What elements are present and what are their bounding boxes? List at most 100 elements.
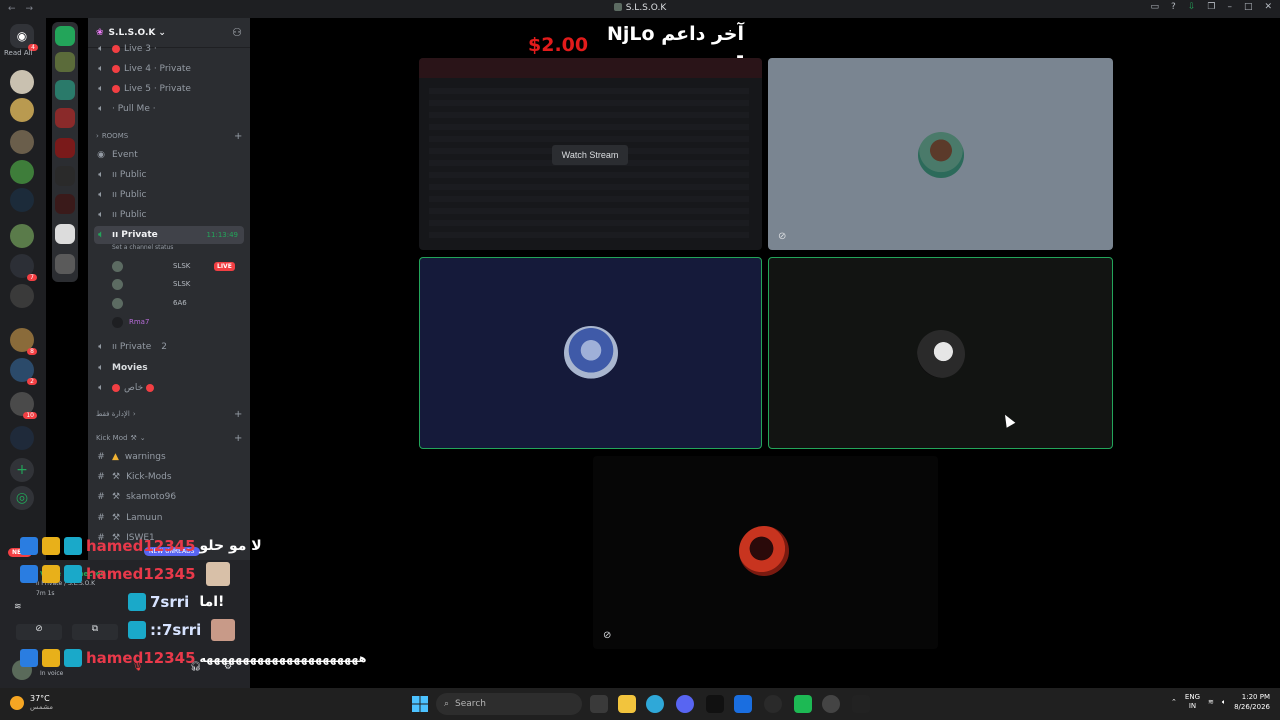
- chat-overlay-message: hamed12345 ههههههههههههههههههههههه: [20, 646, 366, 670]
- explore-servers-button[interactable]: ◎: [10, 486, 34, 510]
- camera-off-icon: ⊘: [603, 630, 612, 641]
- taskbar-clock[interactable]: 1:20 PM 8/26/2026: [1234, 692, 1270, 712]
- voice-channel-public-2[interactable]: 🔈︎ ıı Public: [94, 186, 146, 204]
- app-icon-green[interactable]: [794, 695, 812, 713]
- warning-icon: ▲: [112, 452, 119, 462]
- add-channel-icon[interactable]: +: [234, 433, 242, 444]
- chat-username: ::7srri: [150, 621, 202, 639]
- category-kickmod[interactable]: Kick Mod ⚒ ⌄ +: [96, 433, 242, 444]
- screen-share-button[interactable]: ⧉: [72, 624, 118, 640]
- epic-games-icon[interactable]: [852, 695, 870, 713]
- discord-app-icon[interactable]: [676, 695, 694, 713]
- server-icon-4[interactable]: [10, 160, 34, 184]
- server-icon-8[interactable]: [10, 284, 34, 308]
- speaker-icon: 🔈︎: [98, 84, 104, 94]
- server-icon-5[interactable]: [10, 188, 34, 212]
- channel-name: Kick-Mods: [126, 472, 172, 482]
- capcut-icon[interactable]: [706, 695, 724, 713]
- voice-channel-pullme[interactable]: 🔈︎ · Pull Me ·: [94, 100, 155, 118]
- video-tile-user-4[interactable]: ⊘: [593, 456, 938, 649]
- category-admin[interactable]: الإدارة فقط › +: [96, 409, 242, 420]
- server-icon-9[interactable]: 8: [10, 328, 37, 355]
- video-tile-user-3[interactable]: [768, 257, 1113, 449]
- invite-people-icon[interactable]: ⚇: [232, 26, 242, 39]
- weather-widget[interactable]: 37°C مشمس: [10, 694, 53, 712]
- video-tile-user-1[interactable]: ⊘: [768, 58, 1113, 250]
- server-icon-6[interactable]: [10, 224, 34, 248]
- weather-condition: مشمس: [30, 703, 53, 711]
- channel-status[interactable]: Set a channel status: [112, 244, 173, 251]
- task-view-icon[interactable]: [590, 695, 608, 713]
- voice-channel-live4[interactable]: 🔈︎ Live 4 · Private: [94, 60, 191, 78]
- server-icon-f2[interactable]: [55, 80, 75, 100]
- window-icon[interactable]: ❐: [1207, 2, 1215, 12]
- voice-channel-movies[interactable]: 🔈︎ Movies: [94, 359, 147, 377]
- folder-icon[interactable]: [55, 26, 75, 46]
- chat-username: hamed12345: [86, 649, 196, 667]
- chevron-up-icon[interactable]: ⌃: [1171, 698, 1177, 706]
- category-rooms[interactable]: › ROOMS +: [96, 131, 242, 142]
- avatar: [112, 316, 123, 328]
- server-icon-7[interactable]: 7: [10, 254, 37, 281]
- server-icon-f1[interactable]: [55, 52, 75, 72]
- language-indicator[interactable]: ENG IN: [1185, 693, 1200, 711]
- server-icon-3[interactable]: [10, 130, 34, 154]
- voice-channel-public-3[interactable]: 🔈︎ ıı Public: [94, 206, 146, 224]
- text-channel-kick-mods[interactable]: # ⚒ Kick-Mods: [94, 468, 172, 486]
- inbox-icon[interactable]: ▭: [1151, 2, 1160, 12]
- edge-icon[interactable]: [646, 695, 664, 713]
- voice-user[interactable]: Rma7: [112, 314, 149, 330]
- server-icon-f7[interactable]: [55, 224, 75, 244]
- voice-user[interactable]: SLSK LIVE: [112, 258, 235, 274]
- text-channel-warnings[interactable]: # ▲ warnings: [94, 448, 165, 466]
- voice-channel-private-ar[interactable]: 🔈︎ خاص: [94, 379, 158, 397]
- server-icon-f3[interactable]: [55, 108, 75, 128]
- video-tile-user-2[interactable]: [419, 257, 762, 449]
- stage-channel-event[interactable]: ◉ Event: [94, 146, 138, 164]
- noise-suppression-icon[interactable]: ≋: [14, 602, 22, 612]
- camera-off-button[interactable]: ⊘: [16, 624, 62, 640]
- help-icon[interactable]: ?: [1171, 2, 1176, 12]
- taskbar-search[interactable]: ⌕ Search: [436, 693, 582, 715]
- server-icon-f8[interactable]: [55, 254, 75, 274]
- avatar: [112, 278, 123, 290]
- server-icon-2[interactable]: [10, 98, 34, 122]
- app-icon-wheel[interactable]: [822, 695, 840, 713]
- voice-channel-private-active[interactable]: 🔈︎ ıı Private 11:13:49: [94, 226, 244, 244]
- read-all-button[interactable]: Read All: [4, 49, 33, 57]
- live-badge: LIVE: [214, 261, 235, 271]
- text-channel-skamoto96[interactable]: # ⚒ skamoto96: [94, 488, 176, 506]
- volume-icon[interactable]: 🔈︎: [1222, 698, 1226, 707]
- maximize-icon[interactable]: □: [1244, 2, 1253, 12]
- chat-overlay-message: hamed12345 لا مو حلو: [20, 534, 262, 558]
- voice-channel-live5[interactable]: 🔈︎ Live 5 · Private: [94, 80, 191, 98]
- server-icon-10[interactable]: 2: [10, 358, 37, 385]
- watch-stream-button[interactable]: Watch Stream: [552, 145, 628, 165]
- close-icon[interactable]: ✕: [1264, 2, 1272, 12]
- server-icon-f6[interactable]: [55, 194, 75, 214]
- wifi-icon[interactable]: ≋: [1208, 698, 1214, 706]
- voice-channel-live3[interactable]: 🔈︎ Live 3 ·: [94, 40, 156, 58]
- server-icon-12[interactable]: [10, 426, 34, 450]
- add-channel-icon[interactable]: +: [234, 131, 242, 142]
- server-icon-1[interactable]: [10, 70, 34, 94]
- channel-name: Lamuun: [126, 513, 163, 523]
- voice-channel-private-2[interactable]: 🔈︎ ıı Private 2: [94, 338, 167, 356]
- add-channel-icon[interactable]: +: [234, 409, 242, 420]
- server-icon-11[interactable]: 10: [10, 392, 37, 419]
- file-explorer-icon[interactable]: [618, 695, 636, 713]
- obs-icon[interactable]: [764, 695, 782, 713]
- add-server-button[interactable]: +: [10, 458, 34, 482]
- voice-user[interactable]: SLSK: [112, 276, 190, 292]
- voice-channel-public-1[interactable]: 🔈︎ ıı Public: [94, 166, 146, 184]
- search-icon: ⌕: [444, 699, 450, 709]
- direct-messages-button[interactable]: ◉ 4: [10, 24, 38, 51]
- windows-start-icon[interactable]: [412, 696, 428, 712]
- voice-user[interactable]: 6A6: [112, 295, 187, 311]
- server-icon-f5[interactable]: [55, 166, 75, 186]
- minimize-icon[interactable]: –: [1227, 2, 1232, 12]
- app-icon-c[interactable]: [734, 695, 752, 713]
- download-icon[interactable]: ⇩: [1188, 2, 1196, 12]
- text-channel-lamuun[interactable]: # ⚒ Lamuun: [94, 509, 163, 527]
- server-icon-f4[interactable]: [55, 138, 75, 158]
